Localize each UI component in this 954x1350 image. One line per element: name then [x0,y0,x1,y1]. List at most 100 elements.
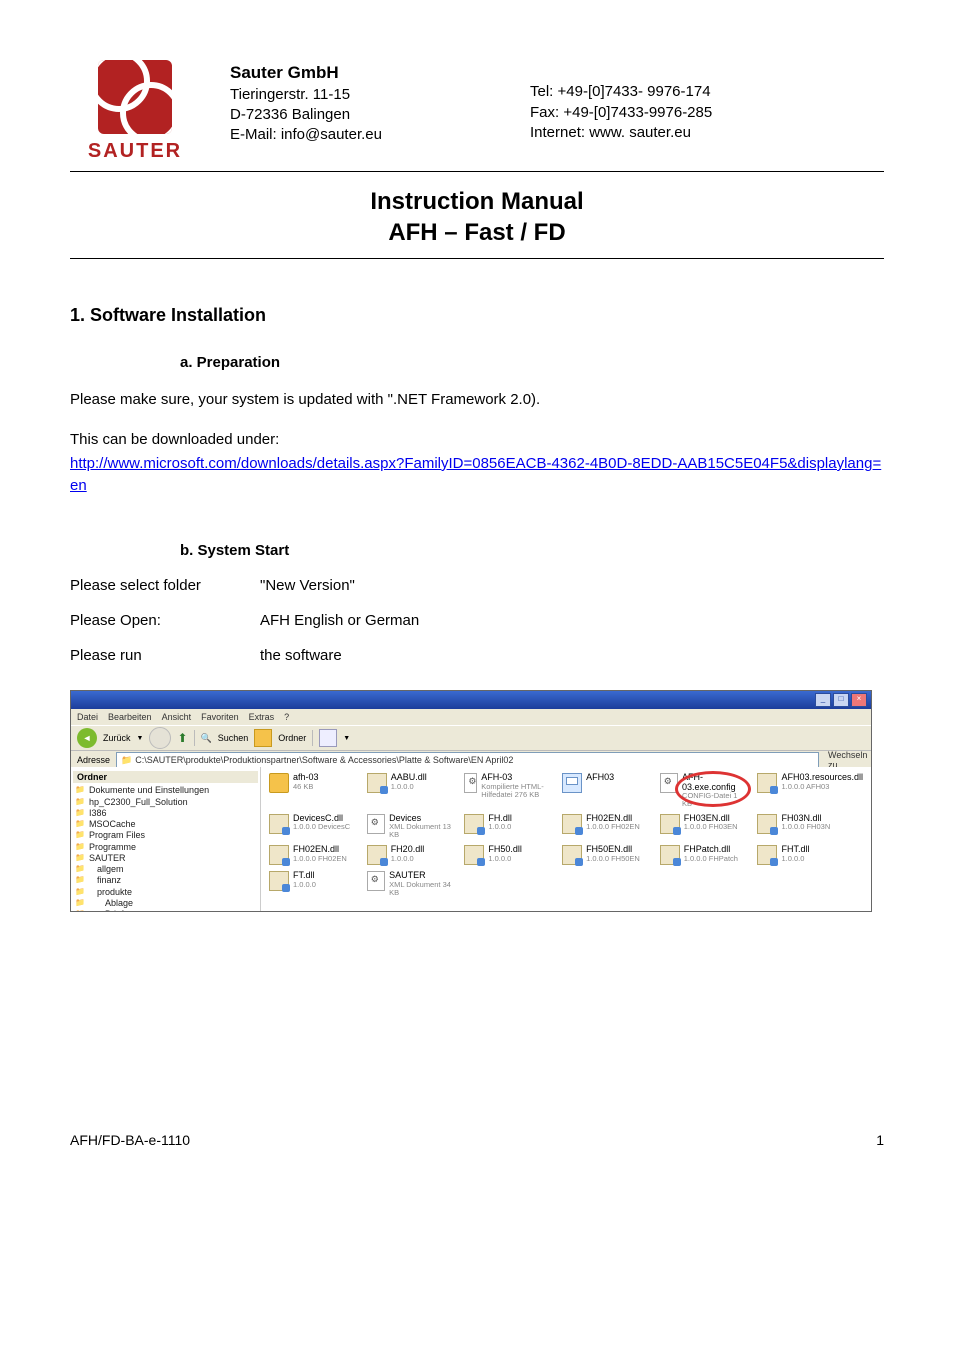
file-item[interactable]: AFH03 [562,773,652,808]
file-item[interactable]: SAUTERXML Dokument 34 KB [367,871,457,896]
back-label[interactable]: Zurück [103,733,131,743]
file-item[interactable]: AFH-03.exe.configCONFIG-Datei 1 KB [660,773,750,808]
menu-item[interactable]: Datei [77,712,98,722]
cfg-icon [660,773,678,793]
back-dropdown-icon[interactable]: ▼ [137,735,144,742]
file-meta: 1.0.0.0 [293,881,316,889]
file-item[interactable]: afh-0346 KB [269,773,359,808]
menu-item[interactable]: ? [284,712,289,722]
folders-label[interactable]: Ordner [278,733,306,743]
contact-web: Internet: www. sauter.eu [530,123,884,143]
contact-tel: Tel: +49-[0]7433- 9976-174 [530,82,884,102]
file-item[interactable]: FH02EN.dll1.0.0.0 FH02EN [269,845,359,865]
instruction-key: Please select folder [70,577,260,594]
dll-icon [757,845,777,865]
file-item[interactable]: FH02EN.dll1.0.0.0 FH02EN [562,814,652,839]
file-meta: 1.0.0.0 [391,855,425,863]
file-item[interactable]: FT.dll1.0.0.0 [269,871,359,896]
file-item[interactable]: FH.dll1.0.0.0 [464,814,554,839]
minimize-icon[interactable]: _ [815,693,831,707]
dll-icon [660,814,680,834]
views-dropdown-icon[interactable]: ▼ [343,735,350,742]
file-meta: 46 KB [293,783,319,791]
download-link[interactable]: http://www.microsoft.com/downloads/detai… [70,455,881,494]
file-meta: 1.0.0.0 DevicesC [293,823,350,831]
dll-icon [269,845,289,865]
file-meta: 1.0.0.0 FH02EN [293,855,347,863]
address-label: Adresse [77,755,110,765]
tree-item[interactable]: hp_C2300_Full_Solution [79,797,258,808]
tree-item[interactable]: allgem [79,864,258,875]
dll-icon [464,845,484,865]
file-meta: 1.0.0.0 [391,783,427,791]
file-item[interactable]: FHT.dll1.0.0.0 [757,845,863,865]
file-meta: 1.0.0.0 FH03N [781,823,830,831]
dll-icon [757,773,777,793]
company-name: Sauter GmbH [230,62,470,85]
file-item[interactable]: AABU.dll1.0.0.0 [367,773,457,808]
search-label[interactable]: Suchen [218,733,249,743]
tree-item[interactable]: MSOCache [79,819,258,830]
footer-doc-id: AFH/FD-BA-e-1110 [70,1132,190,1148]
page-footer: AFH/FD-BA-e-1110 1 [70,1132,884,1148]
cfg-icon [464,773,477,793]
file-item[interactable]: FH20.dll1.0.0.0 [367,845,457,865]
file-meta: CONFIG-Datei 1 KB [682,792,749,808]
menu-item[interactable]: Bearbeiten [108,712,152,722]
file-item[interactable]: AFH03.resources.dll1.0.0.0 AFH03 [757,773,863,808]
instruction-row: Please Open: AFH English or German [70,612,884,629]
menu-item[interactable]: Favoriten [201,712,239,722]
title-line2: AFH – Fast / FD [70,217,884,248]
file-item[interactable]: AFH-03Kompilierte HTML-Hilfedatei 276 KB [464,773,554,808]
folder-tree-pane: Ordner Dokumente und Einstellungenhp_C23… [71,767,261,911]
file-item[interactable]: FH03EN.dll1.0.0.0 FH03EN [660,814,750,839]
tree-item[interactable]: Ablage [79,898,258,909]
tree-item[interactable]: I386 [79,808,258,819]
menu-item[interactable]: Extras [249,712,275,722]
folder-icon: 📁 [121,755,132,766]
file-meta: 1.0.0.0 [781,855,809,863]
tree-item[interactable]: finanz [79,875,258,886]
subheading-a: a. Preparation [180,354,884,371]
address-field[interactable]: 📁C:\SAUTER\produkte\Produktionspartner\S… [116,752,819,768]
addr-line: Tieringerstr. 11-15 [230,85,470,105]
file-item[interactable]: DevicesXML Dokument 13 KB [367,814,457,839]
tree-item[interactable]: SAUTER [79,853,258,864]
file-item[interactable]: FH50.dll1.0.0.0 [464,845,554,865]
file-item[interactable]: FH50EN.dll1.0.0.0 FH50EN [562,845,652,865]
file-meta: 1.0.0.0 FHPatch [684,855,738,863]
window-titlebar: _ □ × [71,691,871,709]
search-icon[interactable]: 🔍 [201,733,212,744]
file-meta: 1.0.0.0 [488,855,522,863]
toolbar: ◄ Zurück ▼ ⬆ 🔍 Suchen Ordner ▼ [71,725,871,751]
tree-item[interactable]: produkte [79,887,258,898]
file-meta: 1.0.0.0 FH02EN [586,823,640,831]
embedded-screenshot: _ □ × Datei Bearbeiten Ansicht Favoriten… [70,690,872,912]
menu-item[interactable]: Ansicht [162,712,192,722]
forward-icon[interactable] [149,727,171,749]
logo-text: SAUTER [88,140,182,163]
tree-item[interactable]: Dokumente und Einstellungen [79,785,258,796]
title-line1: Instruction Manual [70,186,884,217]
dll-icon [660,845,680,865]
tree-item[interactable]: Programme [79,842,258,853]
folders-icon[interactable] [254,729,272,747]
dll-icon [367,845,387,865]
tree-item[interactable]: Briefe [79,909,258,911]
up-icon[interactable]: ⬆ [177,731,187,745]
header-address: Sauter GmbH Tieringerstr. 11-15 D-72336 … [230,60,884,146]
dll-icon [562,814,582,834]
file-list-pane: afh-0346 KBAABU.dll1.0.0.0AFH-03Kompilie… [261,767,871,911]
views-icon[interactable] [319,729,337,747]
maximize-icon[interactable]: □ [833,693,849,707]
tree-item[interactable]: Program Files [79,830,258,841]
file-item[interactable]: DevicesC.dll1.0.0.0 DevicesC [269,814,359,839]
file-item[interactable]: FH03N.dll1.0.0.0 FH03N [757,814,863,839]
file-meta: XML Dokument 34 KB [389,881,456,897]
file-item[interactable]: FHPatch.dll1.0.0.0 FHPatch [660,845,750,865]
paragraph: Please make sure, your system is updated… [70,389,884,411]
footer-page-number: 1 [876,1132,884,1148]
close-icon[interactable]: × [851,693,867,707]
back-icon[interactable]: ◄ [77,728,97,748]
folder-icon [269,773,289,793]
